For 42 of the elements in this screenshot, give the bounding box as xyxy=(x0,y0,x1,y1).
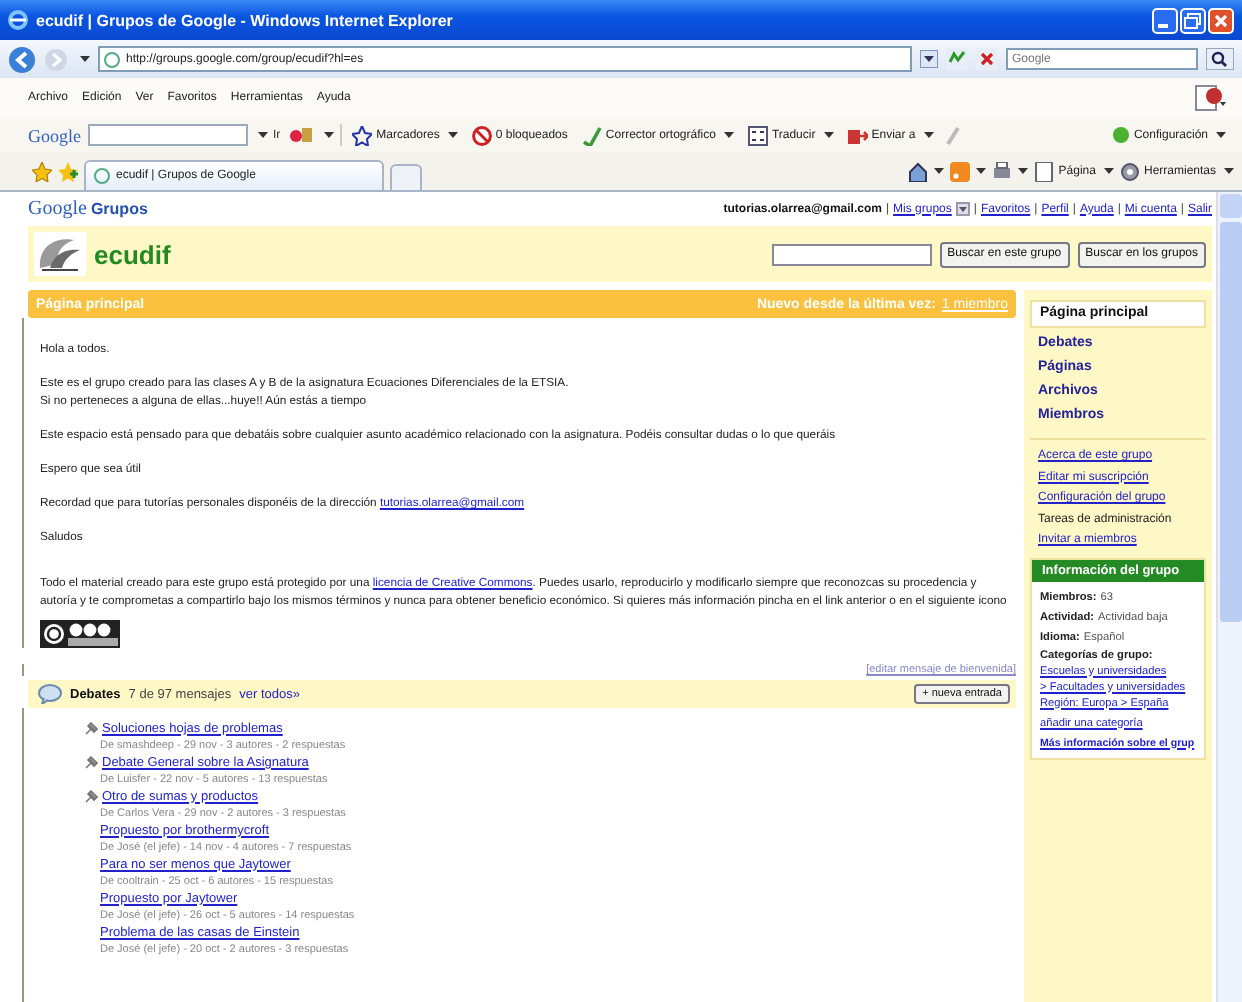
send-icon xyxy=(847,125,868,145)
caret-icon[interactable] xyxy=(1216,131,1226,139)
caret-icon[interactable] xyxy=(257,131,267,139)
minimize-icon[interactable] xyxy=(1152,7,1178,33)
checkmark-icon xyxy=(581,125,602,145)
close-icon[interactable] xyxy=(1208,7,1234,33)
caret-icon[interactable] xyxy=(1224,167,1234,175)
search-icon[interactable] xyxy=(1206,48,1234,70)
home-icon[interactable] xyxy=(908,161,929,181)
window-title: ecudif | Grupos de Google - Windows Internet Explorer xyxy=(36,11,455,29)
caret-icon[interactable] xyxy=(923,131,934,139)
restore-icon[interactable] xyxy=(1180,7,1206,33)
toolbar-search-field[interactable] xyxy=(87,124,247,146)
scrollbar[interactable] xyxy=(1216,192,1242,1002)
status-dot-icon xyxy=(1111,126,1130,144)
google-groups-logo[interactable]: Google Grupos xyxy=(28,198,724,220)
add-favorite-icon[interactable] xyxy=(58,161,78,181)
printer-icon[interactable] xyxy=(992,161,1013,181)
back-icon[interactable] xyxy=(8,45,36,73)
browser-logo-icon xyxy=(8,10,28,30)
caret-icon[interactable] xyxy=(324,131,335,139)
blocked-icon xyxy=(471,125,492,145)
group-name: ecudif xyxy=(94,239,171,269)
dropdown-icon[interactable] xyxy=(955,202,970,216)
caret-icon[interactable] xyxy=(823,131,834,139)
caret-icon[interactable] xyxy=(80,55,90,63)
caret-icon[interactable] xyxy=(1103,167,1114,175)
speech-bubble-icon xyxy=(38,684,62,704)
document-icon[interactable] xyxy=(1194,84,1226,112)
dropdown-icon[interactable] xyxy=(920,50,938,68)
star-icon xyxy=(352,125,373,145)
group-search-field[interactable] xyxy=(771,243,932,265)
toolbar-logo: Google xyxy=(28,125,81,145)
caret-icon[interactable] xyxy=(934,167,945,175)
caret-icon[interactable] xyxy=(976,167,987,175)
caret-icon[interactable] xyxy=(723,131,734,139)
license-badge-icon[interactable] xyxy=(40,620,120,648)
caret-icon[interactable] xyxy=(447,131,458,139)
stop-icon[interactable] xyxy=(976,48,998,70)
caret-icon[interactable] xyxy=(1018,167,1029,175)
favorites-star-icon[interactable] xyxy=(32,161,52,181)
gear-icon xyxy=(1119,161,1140,181)
